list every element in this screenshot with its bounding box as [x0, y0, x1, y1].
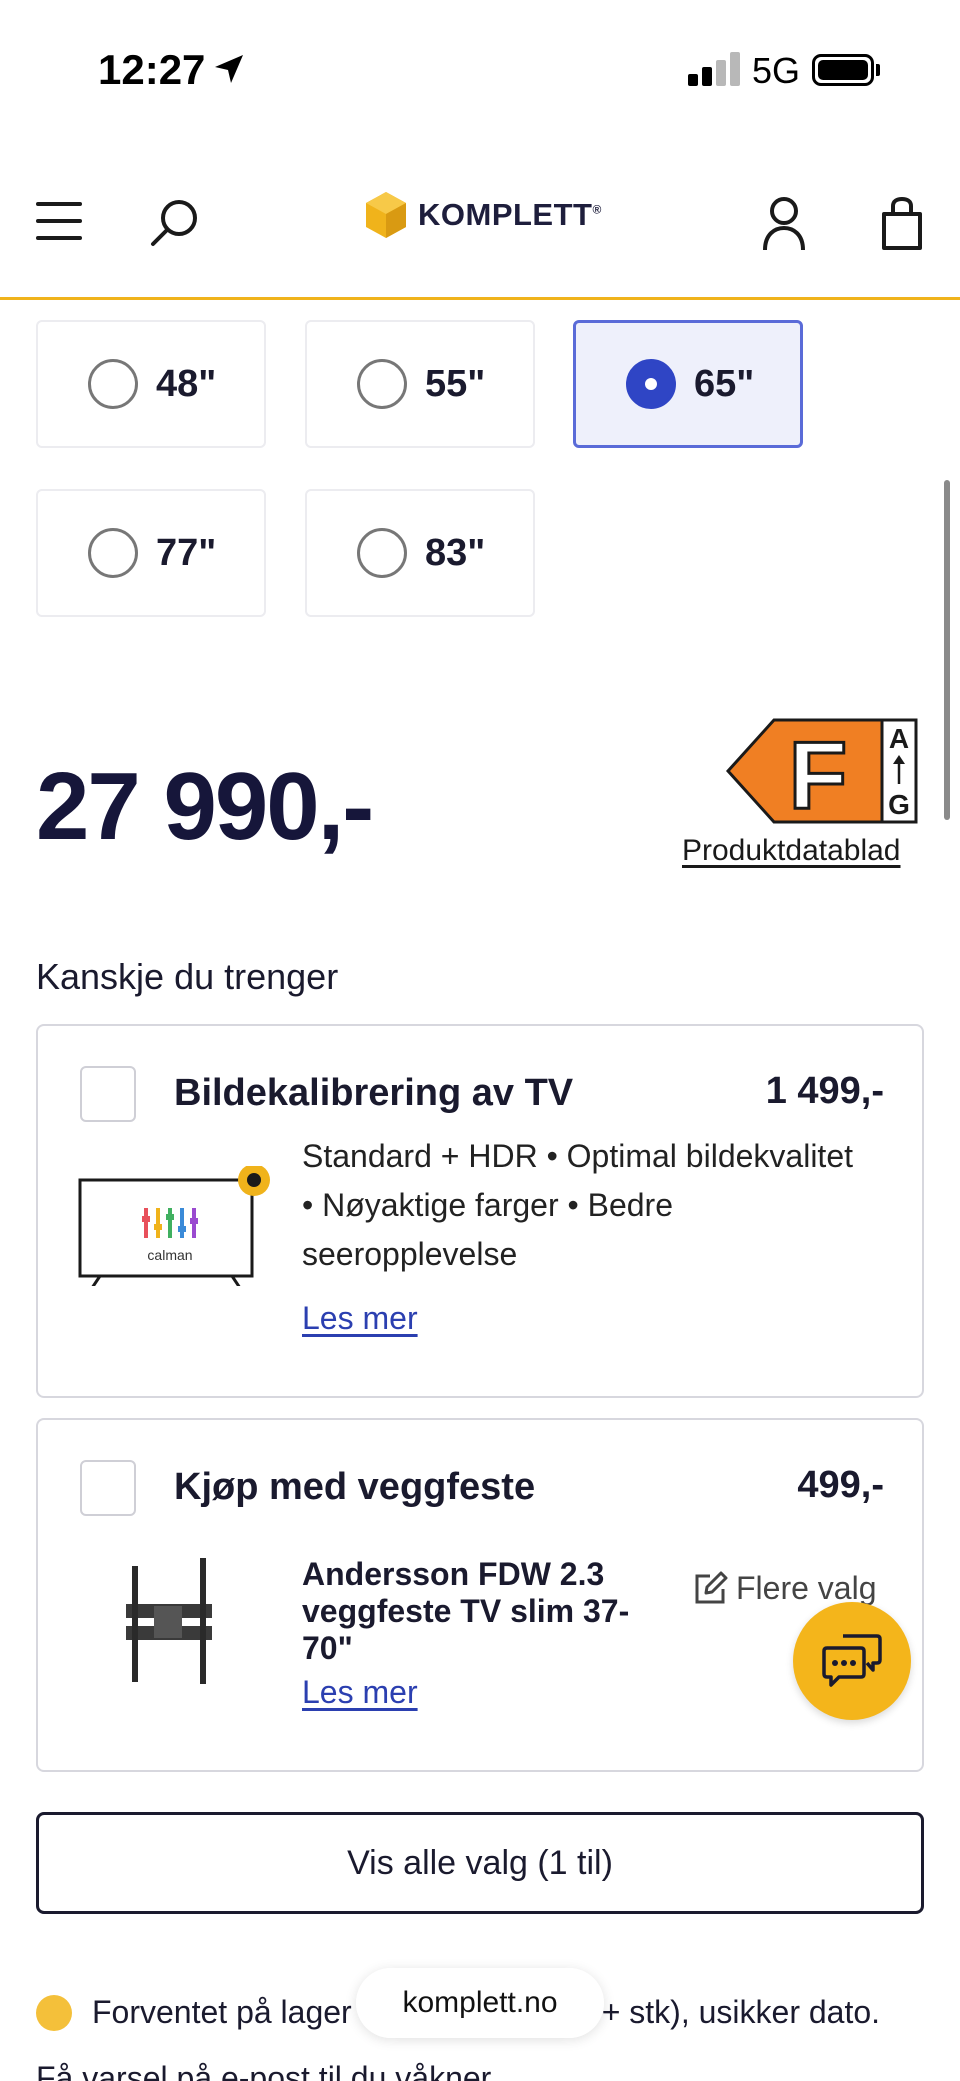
browser-url-pill[interactable]: komplett.no [356, 1968, 604, 2038]
wall-mount-read-more-link[interactable]: Les mer [302, 1674, 418, 1711]
size-option-65[interactable]: 65" [573, 320, 803, 448]
calibration-checkbox[interactable] [80, 1066, 136, 1122]
chat-icon [822, 1634, 882, 1687]
size-label: 77" [156, 531, 217, 574]
calibration-tv-image: calman [74, 1164, 274, 1289]
cart-icon[interactable] [880, 196, 924, 257]
size-label: 48" [156, 362, 217, 405]
status-bar: 12:27 5G [0, 0, 960, 140]
size-label: 83" [425, 531, 486, 574]
search-icon[interactable] [148, 196, 202, 255]
network-type: 5G [752, 50, 801, 91]
size-option-48[interactable]: 48" [36, 320, 266, 448]
energy-label[interactable]: F A G [725, 718, 918, 831]
energy-scale-bottom: G [888, 789, 910, 820]
product-price: 27 990,- [36, 753, 374, 860]
calibration-price: 1 499,- [765, 1070, 884, 1112]
size-option-77[interactable]: 77" [36, 489, 266, 617]
komplett-logo[interactable]: KOMPLETT® [364, 190, 602, 240]
size-option-55[interactable]: 55" [305, 320, 535, 448]
wall-mount-product-name: Andersson FDW 2.3 veggfeste TV slim 37- … [302, 1556, 630, 1666]
notify-text: Få varsel på e-post til du våkner [36, 2060, 492, 2081]
battery-tip [876, 64, 880, 76]
energy-scale-top: A [889, 723, 909, 754]
status-time: 12:27 [98, 46, 206, 93]
radio-button[interactable] [88, 359, 138, 409]
wall-mount-image [114, 1556, 224, 1696]
menu-icon[interactable] [36, 202, 82, 240]
location-arrow-icon [212, 52, 246, 91]
radio-button[interactable] [88, 528, 138, 578]
radio-button[interactable] [357, 359, 407, 409]
scrollbar[interactable] [944, 480, 950, 820]
calibration-description: Standard + HDR • Optimal bildekvalitet •… [302, 1138, 853, 1272]
wall-mount-checkbox[interactable] [80, 1460, 136, 1516]
wall-mount-title: Kjøp med veggfeste [174, 1466, 536, 1508]
logo-text: KOMPLETT® [418, 197, 602, 232]
product-datasheet-link[interactable]: Produktdatablad [682, 834, 901, 868]
cellular-signal-icon [688, 52, 740, 86]
energy-class-letter: F [789, 722, 848, 824]
site-header: KOMPLETT® [0, 140, 960, 300]
stock-status-dot [36, 1994, 72, 2031]
size-label: 55" [425, 362, 486, 405]
battery-icon [812, 54, 874, 86]
radio-button[interactable] [357, 528, 407, 578]
section-title: Kanskje du trenger [36, 956, 339, 997]
chat-button[interactable] [793, 1602, 911, 1720]
radio-button-selected[interactable] [626, 359, 676, 409]
calibration-title: Bildekalibrering av TV [174, 1072, 574, 1114]
size-option-83[interactable]: 83" [305, 489, 535, 617]
edit-icon [695, 1571, 728, 1603]
calibration-card: Bildekalibrering av TV 1 499,- calman St… [36, 1024, 924, 1398]
user-icon[interactable] [762, 196, 806, 257]
calibration-brand: calman [147, 1247, 192, 1263]
calibration-read-more-link[interactable]: Les mer [302, 1300, 418, 1337]
wall-mount-card: Kjøp med veggfeste 499,- Andersson FDW 2… [36, 1418, 924, 1772]
size-label: 65" [694, 362, 755, 405]
show-all-options-button[interactable]: Vis alle valg (1 til) [36, 1812, 924, 1914]
logo-mark-icon [366, 192, 406, 238]
wall-mount-price: 499,- [797, 1464, 884, 1506]
